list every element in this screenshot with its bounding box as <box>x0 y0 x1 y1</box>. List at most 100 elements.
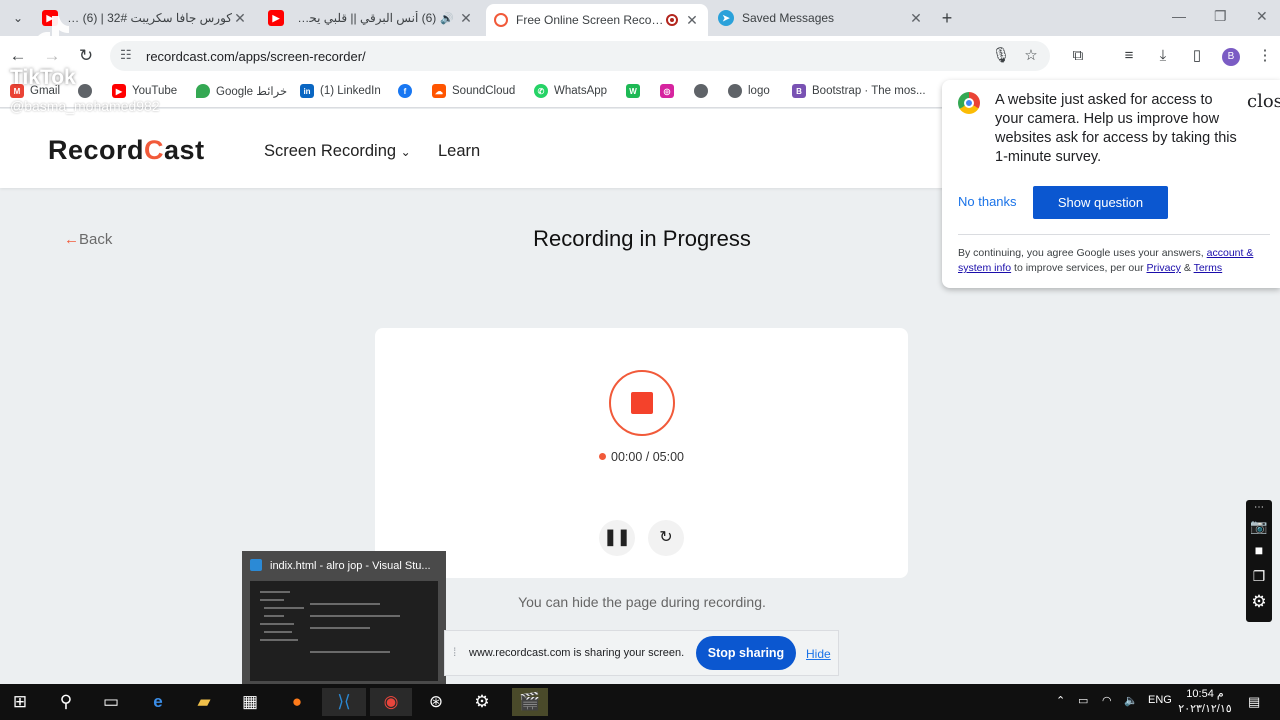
window-icon[interactable]: ❐ <box>1246 568 1272 585</box>
store-icon[interactable]: ▦ <box>236 688 264 716</box>
survey-close-button[interactable]: clos <box>1247 91 1280 112</box>
media-controls-icon[interactable]: ≡ <box>1118 45 1140 67</box>
bookmark-w[interactable]: W <box>626 84 646 98</box>
privacy-link[interactable]: Privacy <box>1147 262 1181 274</box>
bookmark-label: logo <box>748 85 770 97</box>
bookmark-soundcloud[interactable]: ☁ SoundCloud <box>432 84 515 98</box>
bookmark-facebook[interactable]: f <box>398 84 418 98</box>
profile-avatar[interactable]: B <box>1222 48 1240 66</box>
settings-gear-icon[interactable]: ⚙ <box>1246 592 1272 612</box>
tab-4[interactable]: ➤ Saved Messages ✕ <box>710 4 932 32</box>
stop-recording-button[interactable] <box>609 370 675 436</box>
show-question-button[interactable]: Show question <box>1033 186 1168 219</box>
tiktok-logo-icon <box>35 16 69 56</box>
terms-link[interactable]: Terms <box>1194 262 1223 274</box>
bookmark-globe-2[interactable] <box>694 84 714 98</box>
media-app-icon[interactable]: 🎬 <box>512 688 548 716</box>
recording-indicator-icon <box>666 14 678 26</box>
recordcast-logo[interactable]: RecordCast <box>48 135 205 166</box>
notifications-icon[interactable]: ▤ <box>1248 694 1260 710</box>
timer-text: 00:00 / 05:00 <box>611 450 684 464</box>
close-icon[interactable]: ✕ <box>908 10 924 27</box>
camera-icon[interactable]: 📷 <box>1246 518 1272 535</box>
battery-icon[interactable]: ▭ <box>1078 694 1088 707</box>
bookmark-star-icon[interactable]: ☆ <box>1020 45 1042 67</box>
recordcast-icon <box>494 13 508 27</box>
vscode-icon <box>250 559 262 571</box>
footer-text: & <box>1180 262 1194 274</box>
taskbar-window-preview[interactable]: indix.html - alro jop - Visual Stu... <box>242 551 446 685</box>
app-icon[interactable]: ⊛ <box>422 688 450 716</box>
close-icon[interactable]: ✕ <box>684 12 700 29</box>
no-thanks-button[interactable]: No thanks <box>958 194 1017 209</box>
edge-icon[interactable]: e <box>144 688 172 716</box>
tab-3-active[interactable]: Free Online Screen Recorde ✕ <box>486 4 708 36</box>
back-arrow-icon[interactable]: ← <box>6 44 30 68</box>
preview-title-text: indix.html - alro jop - Visual Stu... <box>270 560 431 572</box>
sharing-message: www.recordcast.com is sharing your scree… <box>469 647 685 659</box>
bookmark-label: (1) LinkedIn <box>320 85 381 97</box>
pause-button[interactable]: ❚❚ <box>599 520 635 556</box>
close-icon[interactable]: ✕ <box>232 10 248 27</box>
speaker-icon[interactable]: 🔊 <box>440 12 454 25</box>
bookmark-label: YouTube <box>132 85 178 97</box>
side-panel-icon[interactable]: ▯ <box>1186 45 1208 67</box>
logo-text-end: ast <box>164 135 205 165</box>
chrome-taskbar-icon[interactable]: ◉ <box>370 688 412 716</box>
search-icon[interactable]: ⚲ <box>52 688 80 716</box>
menu-kebab-icon[interactable]: ⋮ <box>1254 45 1276 67</box>
bookmark-linkedin[interactable]: in (1) LinkedIn <box>300 84 381 98</box>
globe-icon <box>694 84 708 98</box>
address-bar[interactable]: ☷ recordcast.com/apps/screen-recorder/ <box>110 41 1050 71</box>
download-icon[interactable]: ⤓ <box>1152 45 1174 67</box>
restart-icon: ↻ <box>659 529 673 546</box>
site-info-icon[interactable]: ☷ <box>120 47 132 63</box>
bootstrap-icon: B <box>792 84 806 98</box>
wifi-icon[interactable]: ◠ <box>1102 694 1112 707</box>
clock[interactable]: 10:54 م ٢٠٢٣/١٢/١٥ <box>1178 687 1232 717</box>
bookmark-maps[interactable]: Google خرائط <box>196 84 287 98</box>
firefox-icon[interactable]: ● <box>283 688 311 716</box>
bookmark-instagram[interactable]: ◎ <box>660 84 680 98</box>
restore-icon[interactable]: ❐ <box>1214 8 1227 25</box>
drag-handle-icon[interactable]: ⁞ <box>453 645 456 659</box>
tab-search-icon[interactable]: ⌄ <box>8 8 28 28</box>
recording-dot-icon <box>599 453 606 460</box>
more-icon[interactable]: ⋯ <box>1246 502 1272 513</box>
nav-learn[interactable]: Learn <box>438 142 480 161</box>
maps-icon <box>196 84 210 98</box>
tab-2[interactable]: ▶ (6) أنس البرقي || قلبي يحدث 🔊 ✕ <box>260 4 482 32</box>
reload-icon[interactable]: ↻ <box>74 44 98 68</box>
bookmark-whatsapp[interactable]: ✆ WhatsApp <box>534 84 607 98</box>
close-window-icon[interactable]: ✕ <box>1256 8 1268 25</box>
nav-screen-recording[interactable]: Screen Recording ⌄ <box>264 142 411 161</box>
url-text: recordcast.com/apps/screen-recorder/ <box>146 49 366 64</box>
volume-icon[interactable]: 🔈 <box>1124 694 1138 707</box>
hide-sharing-bar-link[interactable]: Hide <box>806 647 831 661</box>
extensions-icon[interactable]: ⧉ <box>1067 45 1089 67</box>
video-camera-icon[interactable]: ■ <box>1246 542 1272 558</box>
stop-sharing-button[interactable]: Stop sharing <box>696 636 796 670</box>
settings-icon[interactable]: ⚙ <box>468 688 496 716</box>
vscode-taskbar-icon[interactable]: ⟩⟨ <box>322 688 366 716</box>
footer-text: By continuing, you agree Google uses you… <box>958 247 1207 259</box>
chevron-down-icon: ⌄ <box>400 145 411 159</box>
new-tab-button[interactable]: + <box>936 7 958 29</box>
tray-chevron-up-icon[interactable]: ⌃ <box>1056 694 1065 707</box>
back-link[interactable]: ←Back <box>64 231 112 248</box>
language-indicator[interactable]: ENG <box>1148 694 1172 706</box>
page-title: Recording in Progress <box>533 226 751 251</box>
microphone-icon[interactable]: 🎙 <box>990 45 1012 67</box>
start-windows-icon[interactable]: ⊞ <box>6 688 34 716</box>
clock-date: ٢٠٢٣/١٢/١٥ <box>1178 703 1232 715</box>
minimize-icon[interactable]: — <box>1172 8 1186 24</box>
telegram-icon: ➤ <box>718 10 734 26</box>
task-view-icon[interactable]: ▭ <box>97 688 125 716</box>
restart-button[interactable]: ↻ <box>648 520 684 556</box>
bookmark-bootstrap[interactable]: B Bootstrap · The mos... <box>792 84 926 98</box>
bookmark-youtube[interactable]: ▶ YouTube <box>112 84 177 98</box>
close-icon[interactable]: ✕ <box>458 10 474 27</box>
bookmark-globe[interactable] <box>78 84 98 98</box>
file-explorer-icon[interactable]: ▰ <box>190 688 218 716</box>
bookmark-logo[interactable]: logo <box>728 84 770 98</box>
